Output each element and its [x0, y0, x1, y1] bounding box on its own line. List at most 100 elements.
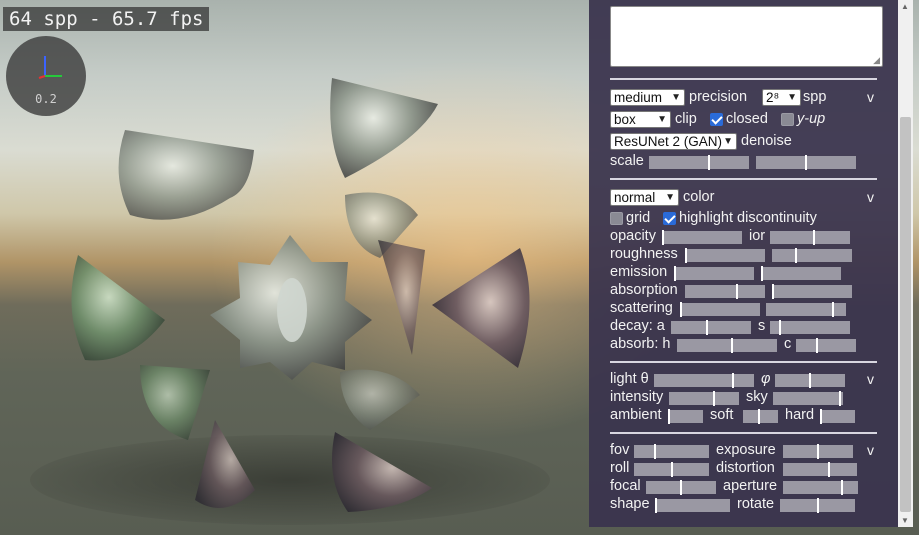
clip-label: clip: [675, 111, 697, 127]
absorb-c-slider[interactable]: [796, 338, 856, 353]
fov-label: fov: [610, 442, 630, 458]
axis-gizmo[interactable]: 0.2: [6, 36, 86, 116]
precision-select[interactable]: medium ▼: [610, 89, 685, 106]
slider-knob[interactable]: [779, 320, 781, 335]
cone-left-green: [71, 255, 165, 361]
slider-knob[interactable]: [668, 409, 670, 424]
scroll-up-icon[interactable]: ▲: [901, 2, 909, 11]
slider-knob[interactable]: [761, 266, 763, 281]
rotate-label: rotate: [737, 496, 775, 512]
roughness-slider[interactable]: [685, 248, 765, 263]
rotate-slider[interactable]: [780, 498, 855, 513]
slider-knob[interactable]: [805, 155, 807, 170]
grid-checkbox[interactable]: [610, 212, 623, 225]
slider-knob[interactable]: [828, 462, 830, 477]
camera-section-toggle[interactable]: v: [867, 441, 874, 459]
opacity-slider[interactable]: [662, 230, 742, 245]
slider-knob[interactable]: [731, 338, 733, 353]
phi-slider[interactable]: [775, 373, 845, 388]
slider-knob[interactable]: [795, 248, 797, 263]
decay-s-slider[interactable]: [770, 320, 850, 335]
slider-knob[interactable]: [820, 409, 822, 424]
denoise-select[interactable]: ResUNet 2 (GAN) ▼: [610, 133, 737, 150]
cone-right-purple: [432, 248, 530, 368]
absorption-slider-2[interactable]: [772, 284, 852, 299]
scale-slider-1[interactable]: [649, 155, 749, 170]
color-label: color: [683, 189, 715, 205]
slider-knob[interactable]: [674, 266, 676, 281]
clip-select[interactable]: box ▼: [610, 111, 671, 128]
absorption-label: absorption: [610, 282, 678, 298]
slider-knob[interactable]: [713, 391, 715, 406]
light-section-toggle[interactable]: v: [867, 370, 874, 388]
distortion-label: distortion: [716, 460, 775, 476]
slider-knob[interactable]: [732, 373, 734, 388]
slider-knob[interactable]: [662, 230, 664, 245]
color-select[interactable]: normal ▼: [610, 189, 679, 206]
emission-slider[interactable]: [674, 266, 754, 281]
highlight-checkbox[interactable]: [663, 212, 676, 225]
intensity-slider[interactable]: [669, 391, 739, 406]
shape-slider[interactable]: [655, 498, 730, 513]
slider-knob[interactable]: [772, 284, 774, 299]
scroll-down-icon[interactable]: ▼: [901, 516, 909, 525]
slider-knob[interactable]: [813, 230, 815, 245]
notes-textarea[interactable]: ◢: [610, 6, 883, 67]
scrollbar-thumb[interactable]: [900, 117, 911, 512]
roughness-slider-2[interactable]: [772, 248, 852, 263]
slider-knob[interactable]: [655, 498, 657, 513]
cone-lower-left: [140, 365, 210, 440]
slider-knob[interactable]: [809, 373, 811, 388]
slider-knob[interactable]: [654, 444, 656, 459]
sky-slider[interactable]: [773, 391, 843, 406]
resize-grip-icon[interactable]: ◢: [873, 56, 880, 65]
scale-slider-2[interactable]: [756, 155, 856, 170]
emission-slider-2[interactable]: [761, 266, 841, 281]
hard-label: hard: [785, 407, 815, 423]
scattering-slider-2[interactable]: [766, 302, 846, 317]
slider-knob[interactable]: [817, 498, 819, 513]
slider-knob[interactable]: [706, 320, 708, 335]
distortion-slider[interactable]: [783, 462, 857, 477]
absorb-h-slider[interactable]: [677, 338, 777, 353]
divider: [610, 361, 877, 363]
yup-checkbox[interactable]: [781, 113, 794, 126]
slider-knob[interactable]: [736, 284, 738, 299]
hard-slider[interactable]: [820, 409, 855, 424]
absorption-slider[interactable]: [685, 284, 765, 299]
scattering-slider[interactable]: [680, 302, 760, 317]
roll-slider[interactable]: [634, 462, 709, 477]
ambient-slider[interactable]: [668, 409, 703, 424]
slider-knob[interactable]: [758, 409, 760, 424]
closed-checkbox[interactable]: [710, 113, 723, 126]
fov-slider[interactable]: [634, 444, 709, 459]
aperture-slider[interactable]: [783, 480, 858, 495]
decay-a-slider[interactable]: [671, 320, 751, 335]
chevron-down-icon: ▼: [665, 192, 675, 203]
slider-knob[interactable]: [817, 444, 819, 459]
slider-knob[interactable]: [708, 155, 710, 170]
slider-knob[interactable]: [832, 302, 834, 317]
render-section-toggle[interactable]: v: [867, 88, 874, 106]
spp-select[interactable]: 2⁸ ▼: [762, 89, 801, 106]
slider-knob[interactable]: [685, 248, 687, 263]
slider-knob[interactable]: [839, 391, 841, 406]
ior-slider[interactable]: [770, 230, 850, 245]
slider-knob[interactable]: [671, 462, 673, 477]
slider-knob[interactable]: [680, 302, 682, 317]
material-section-toggle[interactable]: v: [867, 188, 874, 206]
light-theta-slider[interactable]: [654, 373, 754, 388]
settings-panel: ◢ medium ▼ precision 2⁸ ▼ spp v box ▼ clip …: [589, 0, 898, 527]
focal-slider[interactable]: [646, 480, 716, 495]
cone-top-left: [118, 130, 254, 220]
roll-label: roll: [610, 460, 630, 476]
light-theta-label: light θ: [610, 371, 649, 387]
absorb-c-label: c: [784, 336, 792, 352]
soft-slider[interactable]: [743, 409, 778, 424]
exposure-slider[interactable]: [783, 444, 853, 459]
panel-scrollbar[interactable]: ▲ ▼: [898, 0, 913, 527]
focal-label: focal: [610, 478, 641, 494]
slider-knob[interactable]: [680, 480, 682, 495]
slider-knob[interactable]: [841, 480, 843, 495]
slider-knob[interactable]: [816, 338, 818, 353]
